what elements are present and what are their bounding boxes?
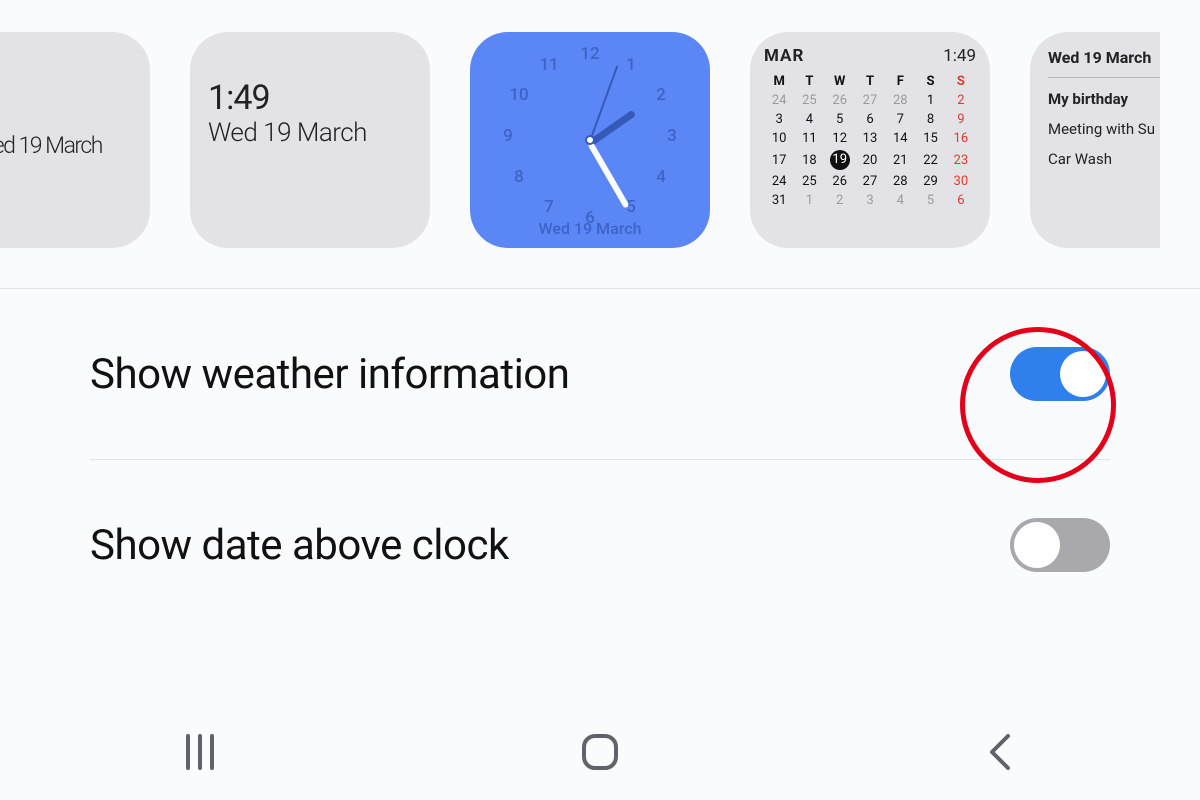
- calendar-day: 9: [946, 110, 976, 129]
- calendar-day: 26: [825, 172, 855, 191]
- calendar-dow: S: [915, 72, 945, 91]
- widget-digital-date: Wed 19 March: [208, 118, 412, 148]
- calendar-day: 27: [855, 91, 885, 110]
- calendar-day: 31: [764, 191, 794, 210]
- widget-events[interactable]: Wed 19 March My birthday Meeting with Su C…: [1030, 32, 1160, 248]
- widget-date-only[interactable]: Wed 19 March: [0, 32, 150, 248]
- clock-number: 10: [507, 83, 531, 107]
- calendar-dow: S: [946, 72, 976, 91]
- calendar-grid: MTWTFSS 24252627281234567891011121314151…: [764, 72, 976, 210]
- clock-number: 8: [507, 165, 531, 189]
- calendar-day: 7: [885, 110, 915, 129]
- calendar-day: 3: [764, 110, 794, 129]
- clock-center-dot: [585, 135, 595, 145]
- calendar-day: 25: [794, 91, 824, 110]
- clock-number: 12: [578, 42, 602, 66]
- setting-row-date-above-clock[interactable]: Show date above clock: [90, 460, 1110, 630]
- clock-number: 11: [537, 53, 561, 77]
- calendar-dow: T: [855, 72, 885, 91]
- widget-digital-time: 1:49: [208, 78, 412, 118]
- calendar-day: 23: [946, 148, 976, 172]
- widget-month-calendar[interactable]: MAR 1:49 MTWTFSS 24252627281234567891011…: [750, 32, 990, 248]
- clock-minute-hand: [587, 142, 629, 209]
- setting-row-weather[interactable]: Show weather information: [90, 289, 1110, 460]
- calendar-day: 22: [915, 148, 945, 172]
- widget-style-carousel[interactable]: Wed 19 March 1:49 Wed 19 March 121234567…: [0, 0, 1200, 289]
- calendar-day: 18: [794, 148, 824, 172]
- calendar-dow: W: [825, 72, 855, 91]
- calendar-day: 14: [885, 129, 915, 148]
- calendar-day: 24: [764, 91, 794, 110]
- nav-recents-button[interactable]: [80, 732, 320, 772]
- calendar-day: 1: [794, 191, 824, 210]
- calendar-day: 16: [946, 129, 976, 148]
- setting-date-above-clock-label: Show date above clock: [90, 521, 509, 570]
- clock-number: 9: [496, 124, 520, 148]
- calendar-day: 12: [825, 129, 855, 148]
- nav-back-button[interactable]: [880, 730, 1120, 774]
- calendar-day: 6: [946, 191, 976, 210]
- calendar-day: 26: [825, 91, 855, 110]
- setting-weather-label: Show weather information: [90, 350, 569, 399]
- calendar-day: 25: [794, 172, 824, 191]
- calendar-day: 4: [885, 191, 915, 210]
- calendar-day: 2: [946, 91, 976, 110]
- clock-number: 3: [660, 124, 684, 148]
- settings-list: Show weather information Show date above…: [0, 289, 1200, 630]
- calendar-time: 1:49: [943, 46, 976, 66]
- calendar-dow: F: [885, 72, 915, 91]
- widget-analog-clock[interactable]: 121234567891011 Wed 19 March: [470, 32, 710, 248]
- calendar-day: 20: [855, 148, 885, 172]
- clock-number: 2: [649, 83, 673, 107]
- clock-face: 121234567891011 Wed 19 March: [490, 40, 690, 240]
- calendar-dow: T: [794, 72, 824, 91]
- calendar-day: 10: [764, 129, 794, 148]
- calendar-day: 17: [764, 148, 794, 172]
- widget-analog-date: Wed 19 March: [490, 219, 690, 238]
- calendar-dow: M: [764, 72, 794, 91]
- clock-number: 4: [649, 165, 673, 189]
- calendar-day: 8: [915, 110, 945, 129]
- calendar-day: 13: [855, 129, 885, 148]
- events-widget-date: Wed 19 March: [1048, 48, 1160, 67]
- calendar-day: 27: [855, 172, 885, 191]
- events-divider: [1048, 77, 1160, 78]
- calendar-day: 5: [915, 191, 945, 210]
- calendar-day: 21: [885, 148, 915, 172]
- calendar-day: 15: [915, 129, 945, 148]
- widget-digital-clock[interactable]: 1:49 Wed 19 March: [190, 32, 430, 248]
- calendar-day: 28: [885, 172, 915, 191]
- calendar-day: 29: [915, 172, 945, 191]
- calendar-day: 3: [855, 191, 885, 210]
- event-item: Meeting with Su: [1048, 120, 1160, 138]
- toggle-knob: [1014, 522, 1060, 568]
- calendar-day: 11: [794, 129, 824, 148]
- calendar-month: MAR: [764, 46, 804, 66]
- calendar-day: 28: [885, 91, 915, 110]
- calendar-day: 1: [915, 91, 945, 110]
- calendar-day: 24: [764, 172, 794, 191]
- setting-date-above-clock-toggle[interactable]: [1010, 518, 1110, 572]
- android-navigation-bar: [0, 704, 1200, 800]
- event-item: Car Wash: [1048, 150, 1160, 168]
- calendar-day: 5: [825, 110, 855, 129]
- calendar-day: 4: [794, 110, 824, 129]
- calendar-day: 30: [946, 172, 976, 191]
- clock-number: 1: [619, 53, 643, 77]
- event-item: My birthday: [1048, 90, 1160, 108]
- nav-home-button[interactable]: [480, 730, 720, 774]
- toggle-knob: [1060, 351, 1106, 397]
- calendar-day: 6: [855, 110, 885, 129]
- calendar-day: 2: [825, 191, 855, 210]
- clock-number: 7: [537, 195, 561, 219]
- calendar-day: 19: [825, 148, 855, 172]
- setting-weather-toggle[interactable]: [1010, 347, 1110, 401]
- widget-date-only-date: Wed 19 March: [0, 132, 132, 159]
